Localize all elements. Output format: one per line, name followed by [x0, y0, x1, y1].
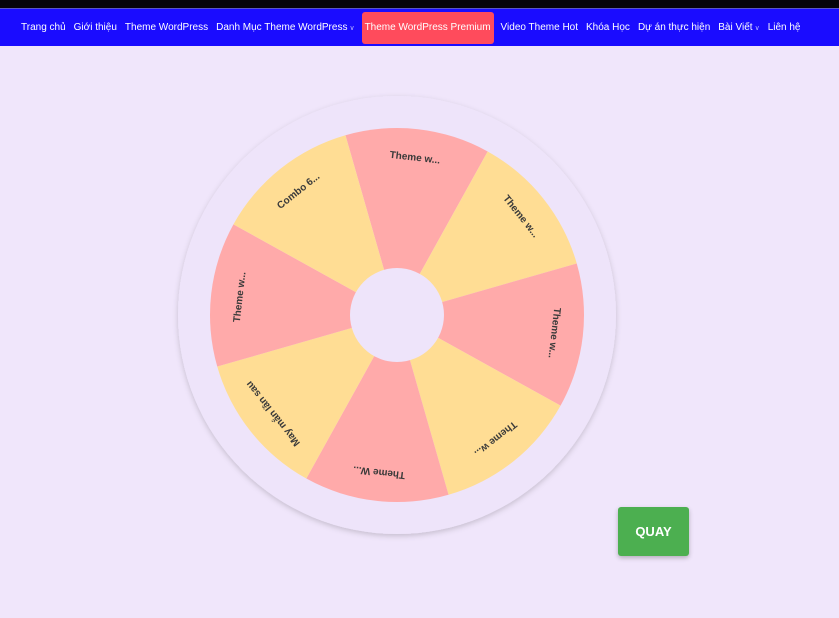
spin-button[interactable]: QUAY	[618, 507, 689, 556]
lucky-wheel[interactable]: Theme w...Theme w...Theme w...Theme w...…	[0, 0, 839, 618]
wheel-hub	[350, 268, 444, 362]
